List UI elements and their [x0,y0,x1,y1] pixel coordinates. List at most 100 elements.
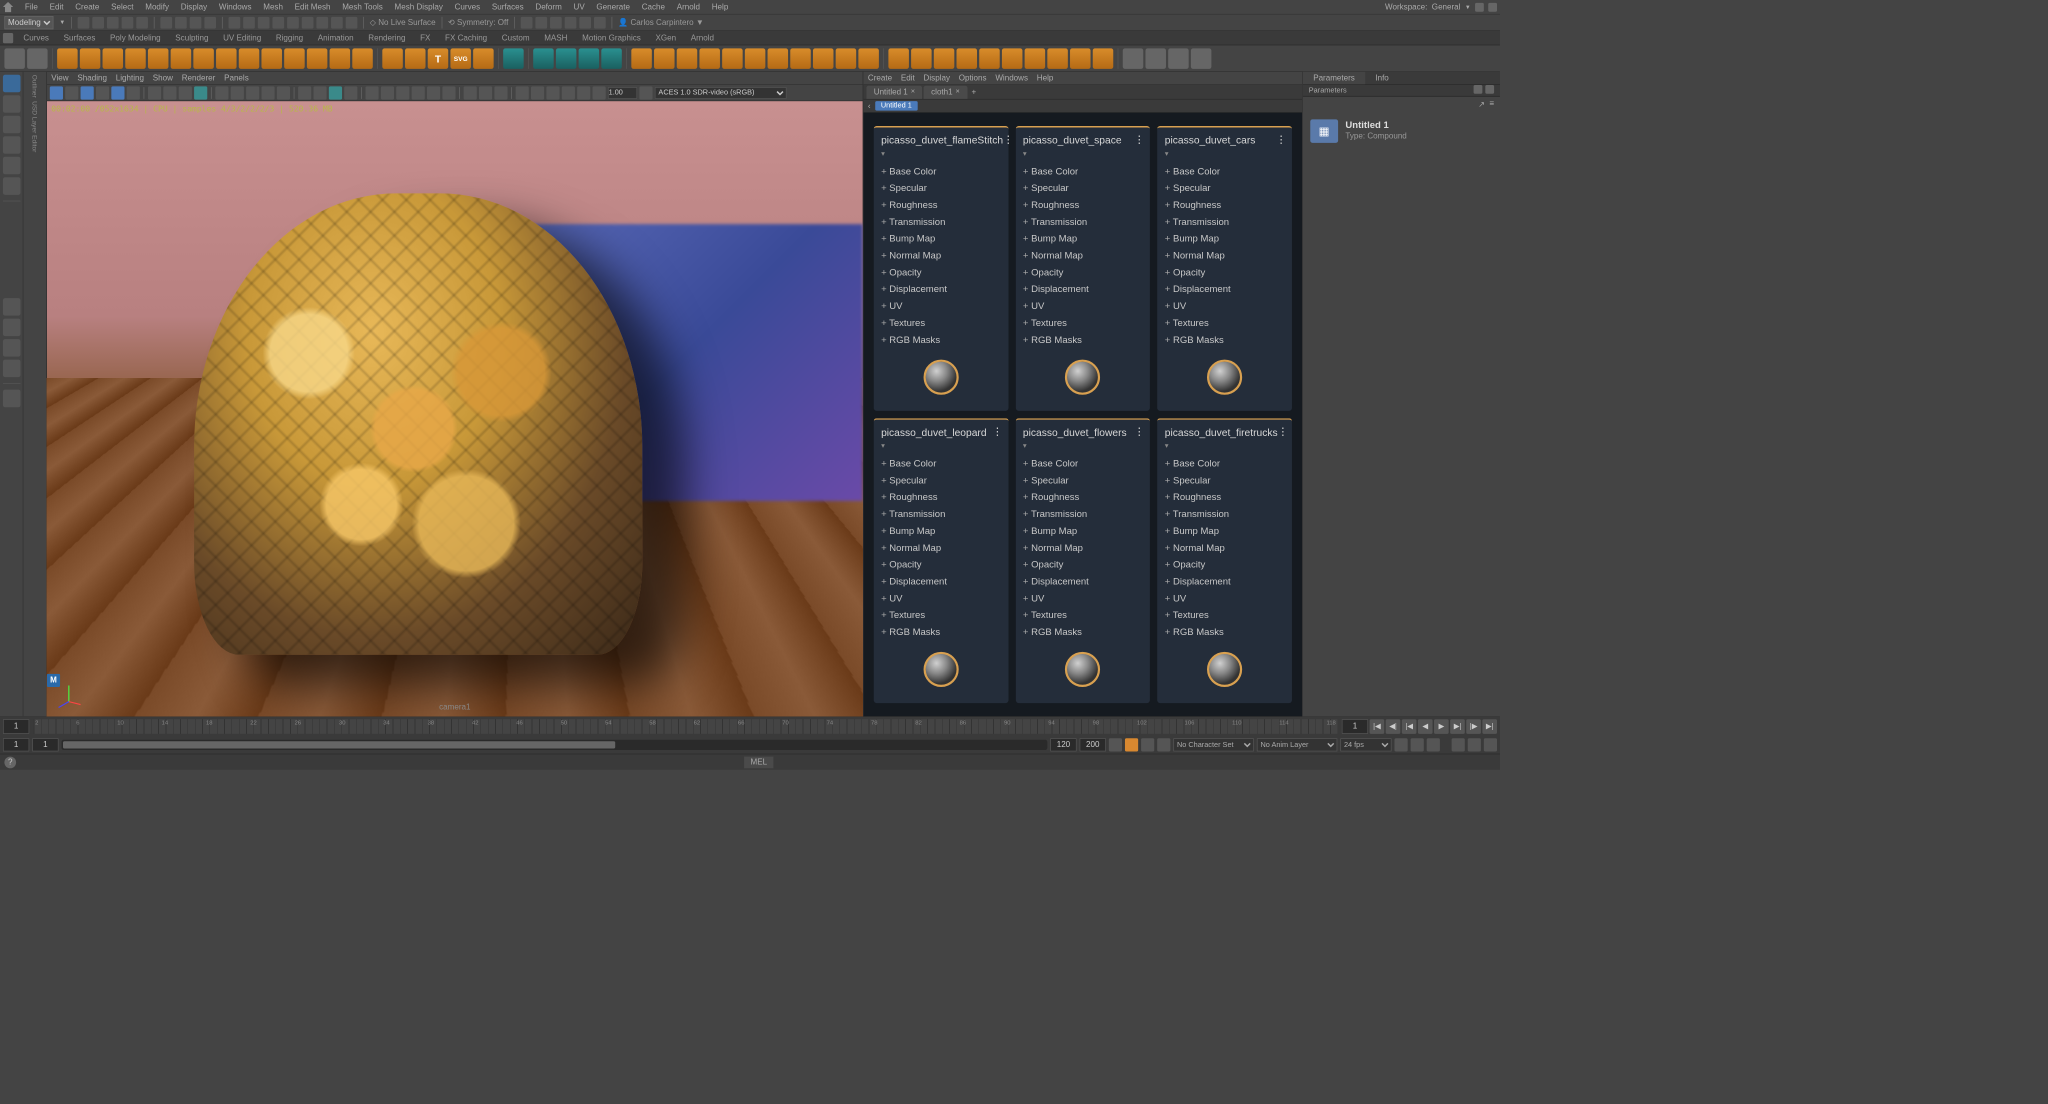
menu-modify[interactable]: Modify [139,3,174,12]
scale-tool-icon[interactable] [3,177,21,195]
status-icon[interactable] [92,16,104,28]
shelf-icon[interactable] [1191,48,1212,69]
node-attr[interactable]: Transmission [1165,213,1285,230]
rp-tab-parameters[interactable]: Parameters [1303,72,1365,84]
shelf-icon[interactable] [1047,48,1068,69]
node-attr[interactable]: Displacement [881,281,1001,298]
node-attr[interactable]: Specular [1023,179,1143,196]
collapse-toggle[interactable]: ▾ [1157,149,1292,160]
range-start-input[interactable] [3,738,29,751]
node-attr[interactable]: Base Color [881,455,1001,472]
shelf-icon[interactable] [27,48,48,69]
shelf-icon[interactable] [677,48,698,69]
node-attr[interactable]: RGB Masks [1165,331,1285,348]
node-attr[interactable]: Bump Map [1165,230,1285,247]
ne-menu-edit[interactable]: Edit [901,74,915,83]
material-node[interactable]: picasso_duvet_leopard⋮▾Base ColorSpecula… [874,418,1009,703]
shelf-icon[interactable] [911,48,932,69]
status-icon[interactable] [302,16,314,28]
status-icon[interactable] [160,16,172,28]
shelf-tab-sculpting[interactable]: Sculpting [168,30,216,45]
shelf-icon[interactable] [813,48,834,69]
opt-icon[interactable] [1427,738,1440,751]
vp-tool-icon[interactable] [298,86,311,99]
select-tool-icon[interactable] [3,75,21,93]
collapse-toggle[interactable]: ▾ [874,149,1009,160]
status-icon[interactable] [78,16,90,28]
status-icon[interactable] [228,16,240,28]
shelf-tab-xgen[interactable]: XGen [648,30,683,45]
node-attr[interactable]: Textures [881,314,1001,331]
menu-deform[interactable]: Deform [530,3,568,12]
shelf-icon[interactable] [1070,48,1091,69]
poly-cone-icon[interactable] [125,48,146,69]
opt-icon[interactable] [1468,738,1481,751]
poly-pipe-icon[interactable] [284,48,305,69]
step-fwd-icon[interactable]: |▶ [1466,719,1481,734]
node-attr[interactable]: Bump Map [1023,522,1143,539]
poly-helix-icon[interactable] [307,48,328,69]
status-icon[interactable] [346,16,358,28]
range-start2-input[interactable] [32,738,58,751]
rp-tab-info[interactable]: Info [1365,72,1399,84]
shelf-tab-rendering[interactable]: Rendering [361,30,413,45]
collapse-toggle[interactable]: ▾ [874,441,1009,452]
vp-tool-icon[interactable] [65,86,78,99]
shelf-tab-motiongraphics[interactable]: Motion Graphics [575,30,648,45]
material-node[interactable]: picasso_duvet_firetrucks⋮▾Base ColorSpec… [1157,418,1292,703]
status-icon[interactable] [136,16,148,28]
shelf-icon[interactable] [790,48,811,69]
node-attr[interactable]: Displacement [1023,573,1143,590]
add-tab-icon[interactable]: + [972,88,977,97]
node-attr[interactable]: Normal Map [881,539,1001,556]
expand-icon[interactable]: ↗ [1478,100,1485,110]
shelf-icon[interactable] [858,48,879,69]
vp-tool-icon[interactable] [329,86,342,99]
min-icon[interactable] [1475,3,1484,12]
volume-icon[interactable] [1452,738,1465,751]
node-attr[interactable]: UV [881,297,1001,314]
rp-item[interactable]: ▦ Untitled 1 Type: Compound [1310,119,1492,142]
node-attr[interactable]: Displacement [881,573,1001,590]
back-icon[interactable]: ‹ [868,101,871,110]
vp-tool-icon[interactable] [277,86,290,99]
vp-tool-icon[interactable] [313,86,326,99]
ne-menu-windows[interactable]: Windows [995,74,1028,83]
node-attr[interactable]: Opacity [1165,556,1285,573]
shelf-icon[interactable] [654,48,675,69]
outliner-tab[interactable]: Outliner [31,75,38,98]
more-icon[interactable]: ⋮ [1134,426,1143,438]
vp-tool-icon[interactable] [111,86,124,99]
gamma-icon[interactable] [593,86,606,99]
status-icon[interactable] [594,16,606,28]
status-icon[interactable] [272,16,284,28]
vp-tool-icon[interactable] [577,86,590,99]
shelf-icon[interactable] [382,48,403,69]
poly-cube-icon[interactable] [80,48,101,69]
ne-canvas[interactable]: picasso_duvet_flameStitch⋮▾Base ColorSpe… [863,113,1302,716]
node-attr[interactable]: Specular [881,472,1001,489]
vp-tool-icon[interactable] [231,86,244,99]
opt-icon[interactable] [1484,738,1497,751]
node-attr[interactable]: Roughness [1165,196,1285,213]
vp-tool-icon[interactable] [479,86,492,99]
vp-tool-icon[interactable] [163,86,176,99]
vp-tool-icon[interactable] [381,86,394,99]
vp-tool-icon[interactable] [246,86,259,99]
menu-help[interactable]: Help [706,3,734,12]
poly-prism-icon[interactable] [261,48,282,69]
shelf-icon[interactable] [1025,48,1046,69]
more-icon[interactable]: ⋮ [1003,133,1012,145]
node-attr[interactable]: Displacement [1165,573,1285,590]
node-attr[interactable]: Bump Map [1023,230,1143,247]
node-attr[interactable]: UV [1165,297,1285,314]
shelf-tab-rigging[interactable]: Rigging [269,30,311,45]
exposure-input[interactable] [608,87,637,99]
timeline-current-input[interactable] [1342,719,1368,734]
range-end-input[interactable] [1050,738,1076,751]
shelf-icon[interactable] [888,48,909,69]
vp-menu-lighting[interactable]: Lighting [116,74,144,83]
node-attr[interactable]: Normal Map [1165,539,1285,556]
vp-tool-icon[interactable] [365,86,378,99]
menu-create[interactable]: Create [69,3,105,12]
